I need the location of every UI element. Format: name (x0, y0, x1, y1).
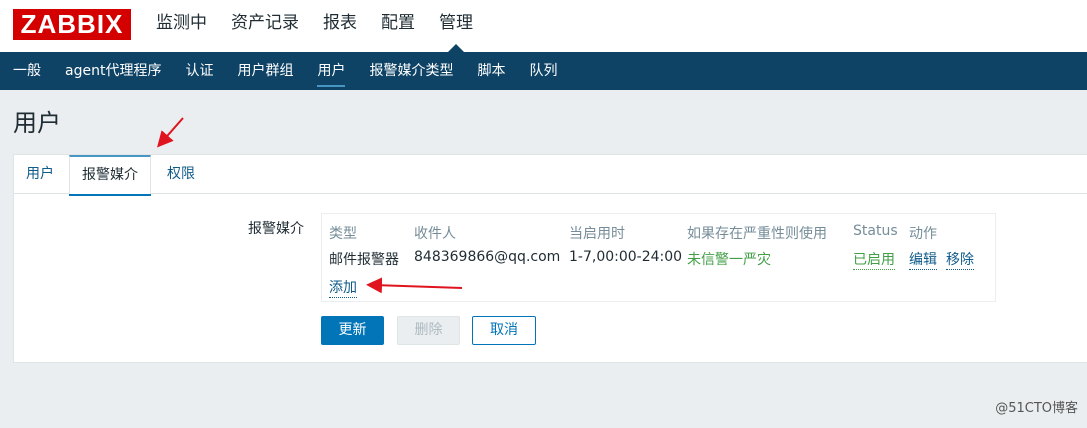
column-severity: 如果存在严重性则使用 (687, 226, 827, 242)
top-nav-monitoring[interactable]: 监测中 (144, 0, 219, 52)
sub-nav-general[interactable]: 一般 (1, 52, 53, 90)
column-action: 动作 (909, 226, 937, 242)
add-media-link[interactable]: 添加 (329, 277, 357, 298)
status-toggle-link[interactable]: 已启用 (853, 249, 895, 270)
media-type-value: 邮件报警器 (329, 252, 399, 268)
when-active-value: 1-7,00:00-24:00 (569, 249, 683, 265)
sub-nav-user-groups[interactable]: 用户群组 (225, 52, 305, 90)
top-nav-configuration[interactable]: 配置 (369, 0, 427, 52)
sub-nav-media-types[interactable]: 报警媒介类型 (357, 52, 465, 90)
form-tabs: 用户 报警媒介 权限 (14, 155, 1087, 196)
top-nav-administration[interactable]: 管理 (427, 0, 485, 52)
remove-link[interactable]: 移除 (946, 249, 974, 270)
update-button[interactable]: 更新 (321, 316, 384, 345)
tab-media[interactable]: 报警媒介 (69, 155, 151, 196)
top-nav-reports[interactable]: 报表 (311, 0, 369, 52)
delete-button: 删除 (397, 316, 460, 345)
edit-link[interactable]: 编辑 (909, 249, 937, 270)
page-title: 用户 (13, 109, 61, 137)
top-header: ZABBIX 监测中 资产记录 报表 配置 管理 (0, 0, 1087, 52)
sub-nav-proxies[interactable]: agent代理程序 (53, 52, 173, 90)
watermark: @51CTO博客 (995, 401, 1078, 416)
sub-nav-scripts[interactable]: 脚本 (465, 52, 517, 90)
zabbix-logo[interactable]: ZABBIX (13, 9, 131, 40)
cancel-button[interactable]: 取消 (472, 316, 536, 345)
top-nav-inventory[interactable]: 资产记录 (219, 0, 311, 52)
media-field-label: 报警媒介 (248, 221, 304, 237)
severity-value: 未信警一严灾 (687, 252, 771, 268)
column-recipient: 收件人 (414, 226, 456, 242)
annotation-arrow-tab (157, 117, 184, 148)
tab-user[interactable]: 用户 (14, 155, 66, 194)
column-status: Status (853, 223, 898, 239)
sub-nav-users[interactable]: 用户 (305, 52, 357, 90)
top-nav: 监测中 资产记录 报表 配置 管理 (144, 0, 485, 52)
tab-permissions[interactable]: 权限 (155, 155, 207, 194)
recipient-value: 848369866@qq.com (414, 249, 561, 265)
column-when-active: 当启用时 (569, 226, 625, 242)
column-type: 类型 (329, 226, 357, 242)
sub-nav-authentication[interactable]: 认证 (173, 52, 225, 90)
media-table: 类型 收件人 当启用时 如果存在严重性则使用 Status 动作 邮件报警器 8… (321, 213, 996, 302)
sub-nav: 一般 agent代理程序 认证 用户群组 用户 报警媒介类型 脚本 队列 (0, 52, 1087, 90)
user-form-card: 用户 报警媒介 权限 报警媒介 类型 收件人 当启用时 如果存在严重性则使用 S… (13, 154, 1087, 363)
sub-nav-queue[interactable]: 队列 (517, 52, 569, 90)
